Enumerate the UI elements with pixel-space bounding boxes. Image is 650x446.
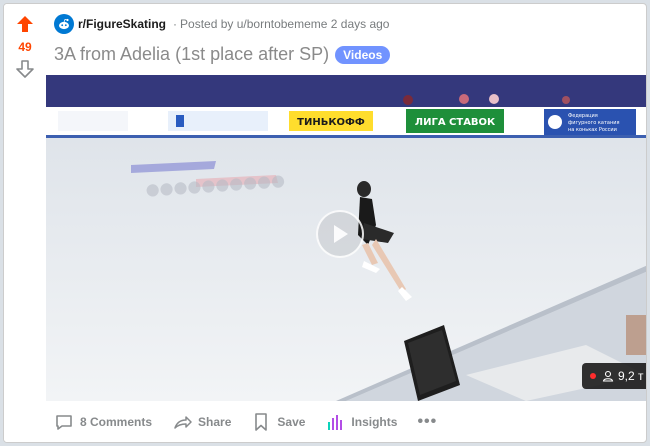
post-card: 49 r/FigureSkating · Posted by u/borntob… xyxy=(3,3,647,443)
insights-label: Insights xyxy=(351,415,398,429)
share-label: Share xyxy=(198,415,232,429)
bookmark-icon xyxy=(255,413,268,431)
ad-board-1-text: ТИНЬКОФФ xyxy=(297,117,365,128)
viewer-person-icon xyxy=(602,370,614,382)
video-player[interactable]: ТИНЬКОФФ ЛИГА СТАВОК Федерация фигурного… xyxy=(46,75,646,401)
subreddit-link[interactable]: r/FigureSkating xyxy=(78,17,166,31)
save-label: Save xyxy=(277,415,306,429)
viewer-count: 9,2 т xyxy=(618,369,644,383)
more-options-button[interactable]: ••• xyxy=(417,413,437,431)
post-title[interactable]: 3A from Adelia (1st place after SP) xyxy=(54,44,329,65)
post-meta: r/FigureSkating · Posted by u/borntobeme… xyxy=(54,14,389,34)
vote-column: 49 xyxy=(4,4,46,442)
insights-button[interactable]: Insights xyxy=(325,412,397,432)
upvote-button[interactable] xyxy=(13,12,37,36)
share-arrow-icon xyxy=(174,416,192,429)
insights-bars-icon xyxy=(328,415,343,430)
ad-board-3-line1: Федерация xyxy=(568,113,598,119)
post-content: r/FigureSkating · Posted by u/borntobeme… xyxy=(46,4,646,442)
title-row: 3A from Adelia (1st place after SP) Vide… xyxy=(54,44,391,65)
comments-button[interactable]: 8 Comments xyxy=(54,412,152,432)
post-flair[interactable]: Videos xyxy=(335,45,391,64)
posted-by-text: Posted by u/borntobememe 2 days ago xyxy=(180,17,390,31)
comments-label: 8 Comments xyxy=(80,415,153,429)
subreddit-avatar[interactable] xyxy=(54,14,74,34)
ad-board-3-line3: на коньках России xyxy=(568,127,617,133)
vote-score: 49 xyxy=(18,40,32,54)
downvote-button[interactable] xyxy=(13,57,37,81)
reddit-alien-icon xyxy=(59,18,69,30)
viewer-count-badge: 9,2 т xyxy=(582,363,646,389)
play-button[interactable] xyxy=(316,210,364,258)
ad-board-3-line2: фигурного катания xyxy=(568,120,619,126)
share-button[interactable]: Share xyxy=(172,412,231,432)
live-dot-icon xyxy=(590,373,596,379)
save-button[interactable]: Save xyxy=(251,412,305,432)
post-actions-bar: 8 Comments Share Save Insights ••• xyxy=(54,408,437,436)
comment-icon xyxy=(56,415,72,430)
ad-board-2-text: ЛИГА СТАВОК xyxy=(415,117,496,128)
upvote-arrow-icon xyxy=(17,16,33,32)
play-icon xyxy=(334,225,348,243)
downvote-arrow-icon xyxy=(16,60,34,78)
meta-separator: · xyxy=(173,17,178,31)
